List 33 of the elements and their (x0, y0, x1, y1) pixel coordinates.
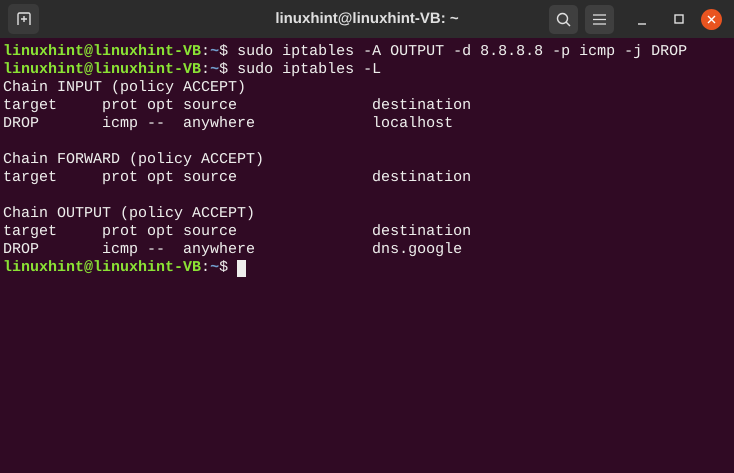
prompt-sign: $ (219, 259, 228, 277)
prompt-host: linuxhint@linuxhint-VB (3, 259, 202, 277)
prompt-separator: : (201, 61, 210, 79)
output-line: Chain OUTPUT (policy ACCEPT) (3, 205, 256, 223)
menu-icon (593, 14, 606, 24)
command-text: sudo iptables -L (237, 61, 382, 79)
output-line: Chain FORWARD (policy ACCEPT) (3, 151, 264, 169)
output-line: Chain INPUT (policy ACCEPT) (3, 79, 246, 97)
prompt-sign: $ (219, 61, 228, 79)
prompt-path: ~ (210, 61, 220, 79)
output-line: DROP icmp -- anywhere dns.google (3, 241, 462, 259)
new-tab-icon (16, 11, 32, 27)
prompt-separator: : (201, 259, 210, 277)
search-button[interactable] (549, 4, 578, 34)
close-button[interactable] (701, 8, 722, 30)
output-line: target prot opt source destination (3, 97, 472, 115)
maximize-icon (674, 14, 684, 24)
window-title: linuxhint@linuxhint-VB: ~ (275, 8, 459, 29)
prompt-host: linuxhint@linuxhint-VB (3, 61, 202, 79)
prompt-host: linuxhint@linuxhint-VB (3, 43, 202, 61)
output-line: target prot opt source destination (3, 223, 472, 241)
prompt-separator: : (201, 43, 210, 61)
close-icon (707, 14, 716, 24)
output-line: DROP icmp -- anywhere localhost (3, 115, 454, 133)
prompt-path: ~ (210, 43, 220, 61)
command-text: sudo iptables -A OUTPUT -d 8.8.8.8 -p icmp -j DROP (237, 43, 688, 61)
prompt-sign: $ (219, 43, 228, 61)
minimize-icon (638, 23, 646, 25)
search-icon (556, 12, 571, 26)
prompt-path: ~ (210, 259, 220, 277)
menu-button[interactable] (585, 4, 614, 34)
new-tab-button[interactable] (8, 4, 39, 34)
output-line: target prot opt source destination (3, 169, 472, 187)
